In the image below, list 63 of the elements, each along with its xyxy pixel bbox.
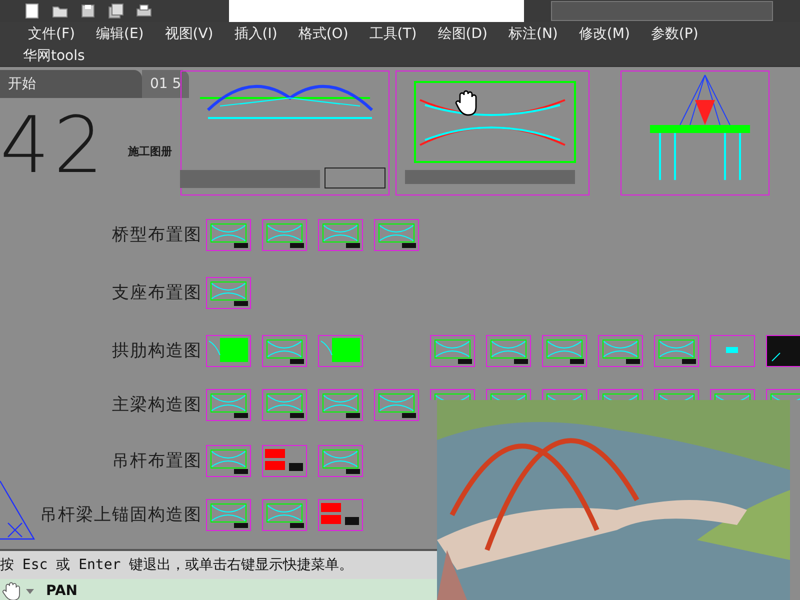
printer-icon[interactable] <box>136 3 152 19</box>
sheet-thumbnail-drawing[interactable] <box>710 335 755 367</box>
menu-item[interactable]: 插入(I) <box>234 25 278 43</box>
sheet-thumbnail-drawing[interactable] <box>318 499 363 531</box>
menu-item[interactable]: 编辑(E) <box>96 25 144 43</box>
hand-cursor-icon <box>455 89 479 117</box>
drawing-group-label: 支座布置图 <box>112 282 202 305</box>
sheet-thumbnail-drawing[interactable] <box>318 389 363 421</box>
sheet-thumbnail-drawing[interactable] <box>598 389 643 400</box>
sheet-thumbnail-drawing[interactable] <box>374 389 419 421</box>
drawing-group-label: 吊杆梁上锚固构造图 <box>40 504 202 527</box>
sheet-thumbnail-drawing[interactable] <box>430 389 475 400</box>
sheet-thumbnail-drawing[interactable] <box>318 335 363 367</box>
sheet-thumbnail-drawing[interactable] <box>206 499 251 531</box>
sheet-thumbnail-drawing[interactable] <box>318 219 363 251</box>
sheet-thumbnail-drawing[interactable] <box>654 389 699 400</box>
sheet-thumbnail-drawing[interactable] <box>542 389 587 400</box>
sheet-thumbnail-drawing[interactable] <box>206 389 251 421</box>
tools-menu[interactable]: 华网tools <box>23 47 85 65</box>
drawing-group-label: 桥型布置图 <box>112 224 202 247</box>
menu-item[interactable]: 修改(M) <box>578 25 630 43</box>
sheet-thumbnail-drawing[interactable] <box>206 277 251 309</box>
menu-item[interactable]: 参数(P) <box>650 25 698 43</box>
command-prompt: 按 Esc 或 Enter 键退出，或单击右键显示快捷菜单。 <box>0 556 354 574</box>
sheet-thumbnail-drawing[interactable] <box>262 389 307 421</box>
menu-item[interactable]: 工具(T) <box>369 25 417 43</box>
sheet-thumbnail-drawing[interactable] <box>374 219 419 251</box>
sheet-thumbnail-drawing[interactable] <box>486 335 531 367</box>
sheet-thumbnail-drawing[interactable] <box>486 389 531 400</box>
sheet-thumbnail-drawing[interactable] <box>598 335 643 367</box>
ucs-triangle-icon <box>0 479 36 541</box>
drawing-group-label: 拱肋构造图 <box>112 340 202 363</box>
sheet-thumbnail-drawing[interactable] <box>766 389 800 400</box>
sheet-thumbnail-drawing[interactable] <box>206 219 251 251</box>
command-name: PAN <box>46 583 78 599</box>
menu-item[interactable]: 格式(O) <box>298 25 348 43</box>
sheet-thumbnail-drawing[interactable] <box>206 335 251 367</box>
drawing-group-label: 主梁构造图 <box>112 394 202 417</box>
disk-stack-icon[interactable] <box>108 3 124 19</box>
sheet-thumbnail-drawing[interactable] <box>262 445 307 477</box>
drawing-group-label: 吊杆布置图 <box>112 450 202 473</box>
sheet-thumbnail-drawing[interactable] <box>262 499 307 531</box>
sheet-thumbnail-drawing[interactable] <box>262 335 307 367</box>
sheet-thumbnail-drawing[interactable] <box>430 335 475 367</box>
sheet-thumbnail-drawing[interactable] <box>542 335 587 367</box>
album-title: 施工图册 <box>128 144 172 159</box>
hand-icon <box>2 581 22 600</box>
document-tab[interactable]: 01 5 <box>142 70 190 98</box>
sheet-number: 42 <box>0 107 108 185</box>
document-tab[interactable]: 开始 <box>0 70 142 98</box>
menu-item[interactable]: 绘图(D) <box>438 25 488 43</box>
menu-item[interactable]: 标注(N) <box>508 25 558 43</box>
sheet-thumbnail-drawing[interactable] <box>710 389 755 400</box>
sheet-thumbnail-drawing[interactable] <box>654 335 699 367</box>
sheet-thumbnail-drawing[interactable] <box>206 445 251 477</box>
toolbar-input-field[interactable] <box>229 0 524 22</box>
menu-item[interactable]: 视图(V) <box>164 25 214 43</box>
caret-icon[interactable] <box>26 588 34 594</box>
sheet-thumbnail-drawing[interactable] <box>262 219 307 251</box>
sheet-thumbnail-drawing[interactable] <box>318 445 363 477</box>
blank-page-icon[interactable] <box>24 3 40 19</box>
sheet-thumbnail-drawing[interactable] <box>766 335 800 367</box>
menu-item[interactable]: 文件(F) <box>28 25 75 43</box>
